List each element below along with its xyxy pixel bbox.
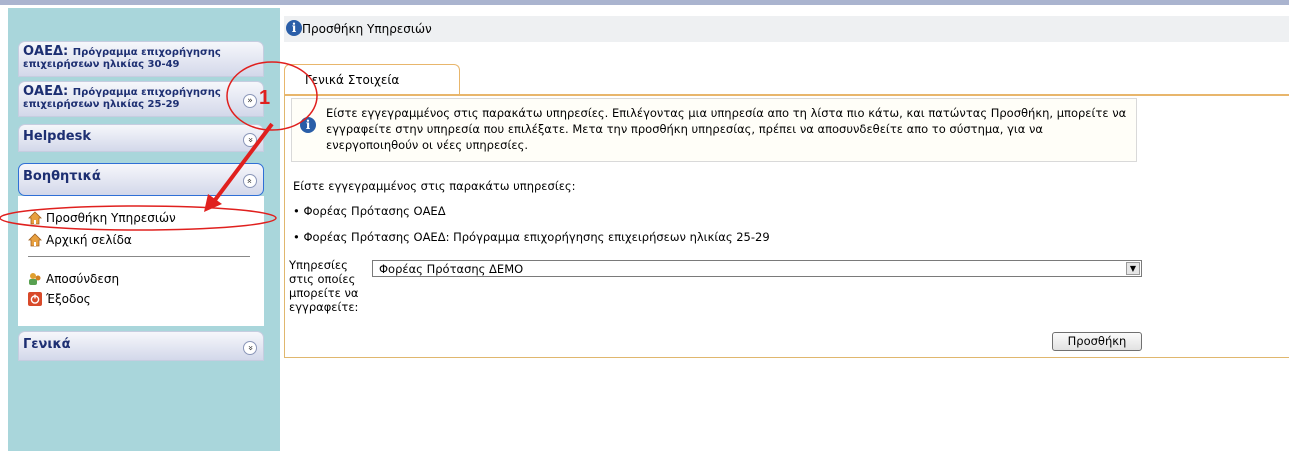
link-label: Αρχική σελίδα bbox=[46, 233, 132, 247]
select-value: Φορέας Πρότασης ΔΕΜΟ bbox=[379, 262, 524, 276]
sidebar-link-exit[interactable]: Έξοδος bbox=[28, 292, 91, 306]
tab-body: i Είστε εγγεγραμμένος στις παρακάτω υπηρ… bbox=[284, 94, 1289, 358]
main-content: Γενικά Στοιχεία i Είστε εγγεγραμμένος στ… bbox=[284, 42, 1289, 358]
top-border bbox=[0, 0, 1289, 5]
list-item: • Φορέας Πρότασης ΟΑΕΔ bbox=[293, 204, 446, 218]
sidebar-panel-genika[interactable]: Γενικά » bbox=[18, 331, 264, 361]
tab-general-info[interactable]: Γενικά Στοιχεία bbox=[284, 64, 460, 94]
main-header: i Προσθήκη Υπηρεσιών bbox=[284, 16, 1289, 43]
sidebar-panel-helpdesk[interactable]: Helpdesk » bbox=[18, 124, 264, 152]
chevron-up-icon[interactable]: » bbox=[243, 174, 257, 188]
users-icon bbox=[28, 272, 42, 286]
chevron-down-icon[interactable]: » bbox=[243, 341, 257, 355]
list-item-text: Φορέας Πρότασης ΟΑΕΔ: Πρόγραμμα επιχορήγ… bbox=[303, 230, 770, 244]
link-label: Αποσύνδεση bbox=[46, 272, 120, 286]
power-icon bbox=[28, 292, 42, 306]
list-item-text: Φορέας Πρότασης ΟΑΕΔ bbox=[303, 204, 446, 218]
add-button[interactable]: Προσθήκη bbox=[1052, 332, 1142, 351]
panel-title-rest: Πρόγραμμα επιχορήγησης bbox=[72, 47, 221, 58]
panel-title-line2: επιχειρήσεων ηλικίας 25-29 bbox=[23, 99, 180, 110]
sidebar-links: Προσθήκη Υπηρεσιών Αρχική σελίδα Αποσύνδ… bbox=[18, 196, 264, 326]
info-icon: i bbox=[286, 20, 302, 36]
panel-title: Βοηθητικά bbox=[23, 169, 101, 184]
chevron-down-icon[interactable]: » bbox=[243, 94, 257, 108]
panel-title-main: ΟΑΕΔ: bbox=[23, 84, 69, 99]
sidebar-panel-oaed-25-29[interactable]: ΟΑΕΔ: Πρόγραμμα επιχορήγησης επιχειρήσεω… bbox=[18, 81, 264, 117]
sidebar-link-add-services[interactable]: Προσθήκη Υπηρεσιών bbox=[28, 211, 176, 225]
sidebar: ΟΑΕΔ: Πρόγραμμα επιχορήγησης επιχειρήσεω… bbox=[8, 8, 280, 451]
sidebar-link-home[interactable]: Αρχική σελίδα bbox=[28, 233, 132, 247]
registered-intro: Είστε εγγεγραμμένος στις παρακάτω υπηρεσ… bbox=[293, 179, 576, 193]
list-item: • Φορέας Πρότασης ΟΑΕΔ: Πρόγραμμα επιχορ… bbox=[293, 230, 770, 244]
info-text: Είστε εγγεγραμμένος στις παρακάτω υπηρεσ… bbox=[326, 106, 1127, 152]
home-icon bbox=[28, 211, 42, 225]
info-box: i Είστε εγγεγραμμένος στις παρακάτω υπηρ… bbox=[291, 98, 1137, 162]
services-select[interactable]: Φορέας Πρότασης ΔΕΜΟ ▼ bbox=[372, 260, 1142, 277]
services-select-label: Υπηρεσίες στις οποίες μπορείτε να εγγραφ… bbox=[289, 258, 359, 314]
page-title: Προσθήκη Υπηρεσιών bbox=[302, 22, 432, 36]
sidebar-panel-oaed-30-49[interactable]: ΟΑΕΔ: Πρόγραμμα επιχορήγησης επιχειρήσεω… bbox=[18, 41, 264, 77]
divider bbox=[28, 256, 250, 257]
home-icon bbox=[28, 233, 42, 247]
tab-label: Γενικά Στοιχεία bbox=[305, 73, 400, 87]
sidebar-link-logout[interactable]: Αποσύνδεση bbox=[28, 272, 119, 286]
panel-title-line2: επιχειρήσεων ηλικίας 30-49 bbox=[23, 59, 180, 70]
link-label: Προσθήκη Υπηρεσιών bbox=[46, 211, 176, 225]
panel-title-rest: Πρόγραμμα επιχορήγησης bbox=[72, 87, 221, 98]
dropdown-arrow-icon[interactable]: ▼ bbox=[1126, 262, 1140, 275]
info-icon: i bbox=[300, 117, 316, 133]
link-label: Έξοδος bbox=[46, 292, 91, 306]
sidebar-panel-voithitika[interactable]: Βοηθητικά » bbox=[18, 163, 264, 196]
panel-title: Helpdesk bbox=[23, 129, 91, 144]
chevron-down-icon[interactable]: » bbox=[243, 133, 257, 147]
panel-title: Γενικά bbox=[23, 337, 71, 352]
panel-title-main: ΟΑΕΔ: bbox=[23, 44, 69, 59]
